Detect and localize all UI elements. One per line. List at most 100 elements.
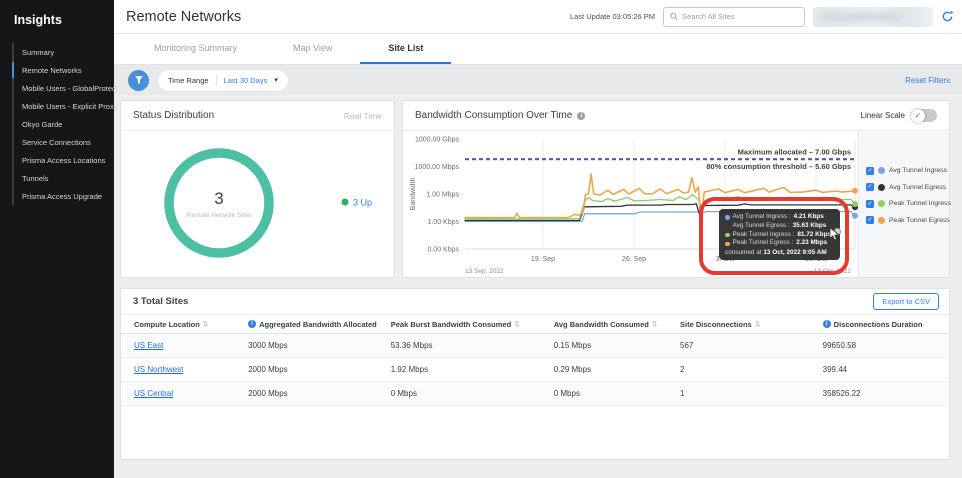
time-range-control[interactable]: Time Range Last 30 Days ▾ bbox=[158, 69, 288, 91]
info-icon[interactable]: i bbox=[577, 111, 586, 120]
table-header: 3 Total Sites Export to CSV bbox=[121, 289, 949, 315]
tooltip-series-label: Avg Tunnel Ingress : bbox=[732, 213, 791, 220]
search-input[interactable] bbox=[682, 12, 798, 21]
reset-filters-link[interactable]: Reset Filters bbox=[905, 76, 950, 85]
sidebar-item-prisma-access-upgrade[interactable]: Prisma Access Upgrade bbox=[14, 187, 114, 205]
table-cell: 1 bbox=[680, 389, 685, 398]
y-tick-label: 1000.00 Mbps bbox=[415, 164, 460, 171]
site-name-cell: US Central bbox=[134, 389, 248, 398]
site-search[interactable] bbox=[663, 6, 805, 27]
legend-checkbox[interactable]: ✓ bbox=[866, 166, 874, 175]
tooltip-series-value: 4.21 Kbps bbox=[793, 213, 824, 220]
linear-scale-label: Linear Scale bbox=[860, 111, 905, 120]
table-cell: 1.92 Mbps bbox=[390, 365, 429, 374]
divider bbox=[215, 74, 217, 86]
column-header-avg-bandwidth-consumed: Avg Bandwidth Consumed ⇅ bbox=[554, 320, 680, 329]
table-cell: 399.44 bbox=[822, 365, 848, 374]
tooltip-series-label: Peak Tunnel Egress : bbox=[732, 239, 794, 247]
legend-label: Peak Tunnel Egress bbox=[889, 216, 950, 224]
table-cell: 3000 Mbps bbox=[248, 341, 288, 350]
table-cell: 358526.22 bbox=[822, 389, 861, 398]
y-tick-label: 0.00 Kbps bbox=[427, 247, 459, 254]
y-axis-title: Bandwidth bbox=[410, 178, 417, 211]
sort-icon[interactable]: ⇅ bbox=[755, 320, 760, 328]
export-csv-button[interactable]: Export to CSV bbox=[873, 293, 939, 310]
sidebar-item-prisma-access-locations[interactable]: Prisma Access Locations bbox=[14, 151, 114, 169]
bandwidth-panel-header: Bandwidth Consumption Over Time i Linear… bbox=[403, 101, 949, 131]
refresh-icon[interactable] bbox=[941, 10, 954, 23]
column-label: Disconnections Duration bbox=[833, 319, 923, 329]
sidebar-item-mobile-users-globalprotect[interactable]: Mobile Users - GlobalProtect bbox=[14, 79, 118, 97]
time-range-label: Time Range bbox=[168, 75, 209, 85]
site-name-cell: US Northwest bbox=[134, 365, 248, 374]
x-range-start-label: 13 Sep, 2022 bbox=[465, 268, 504, 275]
legend-item-avg-tunnel-ingress[interactable]: ✓ Avg Tunnel Ingress bbox=[866, 164, 949, 177]
column-label: Aggregated Bandwidth Allocated bbox=[259, 319, 377, 329]
top-header: Remote Networks Last Update 03:05:26 PM bbox=[114, 0, 962, 34]
sort-icon[interactable]: ⇅ bbox=[514, 320, 519, 328]
sidebar-item-service-connections[interactable]: Service Connections bbox=[14, 133, 114, 151]
table-cell: 99650.58 bbox=[822, 341, 857, 350]
site-link-us-east[interactable]: US East bbox=[134, 341, 163, 350]
site-link-us-northwest[interactable]: US Northwest bbox=[134, 365, 183, 374]
column-header-site-disconnections: Site Disconnections ⇅ bbox=[680, 320, 823, 329]
sort-icon[interactable]: ⇅ bbox=[203, 320, 208, 328]
x-tick-label: 19. Sep bbox=[531, 256, 555, 263]
tooltip-series-dot bbox=[725, 223, 730, 229]
table-header-row: Compute Location ⇅ i Aggregated Bandwidth A… bbox=[121, 315, 949, 334]
filter-button[interactable] bbox=[128, 69, 149, 91]
legend-dot bbox=[878, 200, 885, 207]
content: Status Distribution Real Time 3 Remote N… bbox=[114, 95, 962, 478]
sidebar-item-mobile-users-explicit-proxy[interactable]: Mobile Users - Explicit Proxy bbox=[14, 97, 117, 115]
legend-dot bbox=[878, 216, 885, 224]
mouse-cursor-icon bbox=[829, 226, 842, 246]
tenant-selector[interactable] bbox=[813, 6, 933, 27]
table-cell: 0.29 Mbps bbox=[553, 365, 592, 374]
y-tick-label: 1.00 Kbps bbox=[427, 219, 459, 226]
y-tick-label: 1.00 Mbps bbox=[426, 192, 459, 199]
sidebar-nav: Summary Remote Networks Mobile Users - Glo… bbox=[12, 43, 118, 205]
table-cell: 0 Mbps bbox=[553, 389, 580, 398]
search-icon bbox=[670, 12, 678, 21]
sidebar-item-tunnels[interactable]: Tunnels bbox=[14, 169, 114, 187]
status-panel-title: Status Distribution bbox=[133, 110, 215, 121]
legend-label: Avg Tunnel Egress bbox=[889, 183, 946, 191]
funnel-icon bbox=[134, 75, 144, 85]
linear-scale-toggle[interactable]: ✓ bbox=[911, 108, 937, 123]
sidebar-item-summary[interactable]: Summary bbox=[14, 43, 114, 61]
info-icon[interactable]: i bbox=[822, 320, 831, 328]
legend-checkbox[interactable]: ✓ bbox=[866, 216, 874, 224]
sites-table-panel: 3 Total Sites Export to CSV Compute Loca… bbox=[120, 288, 950, 460]
tab-map-view[interactable]: Map View bbox=[265, 34, 360, 64]
donut-count-label: Remote Network Sites bbox=[187, 212, 252, 219]
column-header-peak-burst-bandwidth-consumed: Peak Burst Bandwidth Consumed ⇅ bbox=[391, 320, 554, 329]
x-range-end-label: 13 Oct, 2022 bbox=[814, 268, 852, 275]
sidebar-item-okyo-garde[interactable]: Okyo Garde bbox=[14, 115, 114, 133]
bandwidth-panel-title: Bandwidth Consumption Over Time bbox=[415, 110, 573, 121]
legend-checkbox[interactable]: ✓ bbox=[866, 199, 874, 208]
table-cell: 53.36 Mbps bbox=[390, 341, 433, 350]
legend-checkbox[interactable]: ✓ bbox=[866, 183, 874, 191]
sidebar-item-remote-networks[interactable]: Remote Networks bbox=[12, 61, 114, 79]
legend-label: Peak Tunnel Ingress bbox=[889, 200, 951, 207]
tooltip-series-dot bbox=[725, 215, 730, 220]
status-donut-chart: 3 Remote Network Sites 3 Up bbox=[164, 148, 372, 258]
info-icon[interactable]: i bbox=[248, 320, 257, 328]
tab-site-list[interactable]: Site List bbox=[360, 34, 452, 64]
status-up-dot bbox=[341, 198, 349, 206]
legend-item-avg-tunnel-egress[interactable]: ✓ Avg Tunnel Egress bbox=[866, 181, 949, 194]
legend-item-peak-tunnel-ingress[interactable]: ✓ Peak Tunnel Ingress bbox=[866, 197, 951, 210]
tab-bar: Monitoring Summary Map View Site List bbox=[114, 34, 962, 65]
table-cell: 2000 Mbps bbox=[248, 389, 288, 398]
last-update-text: Last Update 03:05:26 PM bbox=[569, 12, 655, 21]
status-up-label: 3 Up bbox=[353, 198, 372, 208]
sort-icon[interactable]: ⇅ bbox=[652, 320, 657, 328]
column-label: Compute Location bbox=[134, 319, 200, 329]
column-label: Avg Bandwidth Consumed bbox=[553, 319, 649, 329]
site-link-us-central[interactable]: US Central bbox=[134, 389, 173, 398]
tab-monitoring-summary[interactable]: Monitoring Summary bbox=[126, 34, 265, 64]
tooltip-row: Peak Tunnel Egress : 2.23 Mbps bbox=[725, 239, 834, 248]
legend-item-peak-tunnel-egress[interactable]: ✓ Peak Tunnel Egress bbox=[866, 214, 950, 227]
column-label: Peak Burst Bandwidth Consumed bbox=[390, 319, 512, 329]
chart-tooltip: Avg Tunnel Ingress : 4.21 Kbps Avg Tunnel… bbox=[719, 209, 840, 261]
